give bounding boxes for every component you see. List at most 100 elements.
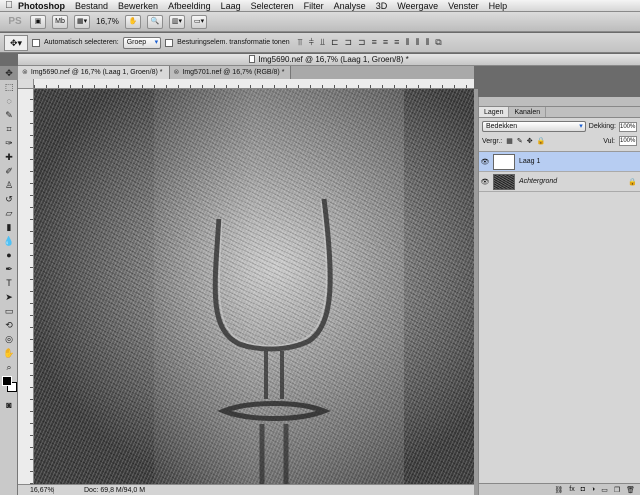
- pen-tool-button[interactable]: ✒: [0, 262, 18, 276]
- brush-tool-button[interactable]: ✐: [0, 164, 18, 178]
- menu-bewerken[interactable]: Bewerken: [118, 1, 158, 11]
- lasso-tool-button[interactable]: ◌: [0, 94, 18, 108]
- opacity-field[interactable]: 100%: [619, 121, 637, 132]
- shape-tool-button[interactable]: ▭: [0, 304, 18, 318]
- align-bottom-icon[interactable]: ⫫: [320, 37, 326, 48]
- auto-align-icon[interactable]: ⧉: [435, 37, 442, 48]
- menu-help[interactable]: Help: [489, 1, 508, 11]
- tab-img5690[interactable]: ⊗ Img5690.nef @ 16,7% (Laag 1, Groen/8) …: [18, 66, 170, 79]
- distribute-vcenter-icon[interactable]: ≡: [383, 37, 389, 48]
- menu-filter[interactable]: Filter: [304, 1, 324, 11]
- status-zoom[interactable]: 16,67%: [18, 486, 54, 494]
- eye-icon[interactable]: 👁: [479, 158, 491, 166]
- lock-icon[interactable]: 🔒: [537, 137, 546, 145]
- distribute-left-icon[interactable]: ⦀: [405, 37, 410, 48]
- marquee-tool-button[interactable]: ⬚: [0, 80, 18, 94]
- foreground-color-swatch[interactable]: [2, 376, 12, 386]
- quick-mask-button[interactable]: ◙: [0, 398, 18, 412]
- align-vcenter-icon[interactable]: ⫩: [309, 37, 315, 48]
- align-left-icon[interactable]: ⊏: [331, 37, 340, 48]
- 3d-orbit-tool-button[interactable]: ◎: [0, 332, 18, 346]
- auto-select-dropdown[interactable]: Groep: [122, 36, 162, 49]
- tab-kanalen[interactable]: Kanalen: [509, 107, 547, 117]
- panel-collapse-bar[interactable]: [479, 97, 640, 107]
- distribute-bottom-icon[interactable]: ≡: [394, 37, 400, 48]
- close-icon[interactable]: ⊗: [22, 66, 28, 79]
- menu-selecteren[interactable]: Selecteren: [251, 1, 294, 11]
- menu-afbeelding[interactable]: Afbeelding: [168, 1, 211, 11]
- blend-mode-dropdown[interactable]: Bedekken: [482, 121, 586, 132]
- menu-bestand[interactable]: Bestand: [75, 1, 108, 11]
- bridge-button[interactable]: ▣: [30, 14, 46, 29]
- arrange-documents-button[interactable]: ▥▾: [168, 14, 185, 29]
- screen-mode-button[interactable]: ▭▾: [190, 14, 208, 29]
- align-buttons[interactable]: ⫪ ⫩ ⫫ ⊏ ⊐ ⊐ ≡ ≡ ≡ ⦀ ⦀ ⦀ ⧉: [298, 37, 443, 48]
- color-swatches[interactable]: [0, 374, 17, 398]
- document-tabs: ⊗ Img5690.nef @ 16,7% (Laag 1, Groen/8) …: [18, 66, 474, 79]
- gradient-tool-button[interactable]: ▮: [0, 220, 18, 234]
- group-icon[interactable]: ▭: [601, 486, 608, 494]
- quick-select-tool-button[interactable]: ✎: [0, 108, 18, 122]
- fx-icon[interactable]: fx: [569, 486, 574, 493]
- lock-pixels-icon[interactable]: ✎: [517, 137, 523, 145]
- view-extras-button[interactable]: ▦▾: [74, 14, 91, 29]
- lock-position-icon[interactable]: ✥: [527, 137, 533, 145]
- adjustment-icon[interactable]: ◑: [591, 486, 595, 493]
- eyedropper-tool-button[interactable]: ✑: [0, 136, 18, 150]
- move-tool-button[interactable]: ✥: [0, 66, 18, 80]
- dodge-tool-button[interactable]: ●: [0, 248, 18, 262]
- eye-icon[interactable]: 👁: [479, 178, 491, 186]
- close-icon[interactable]: ⊗: [174, 66, 180, 79]
- zoom-level-select[interactable]: 16,7%: [96, 17, 119, 26]
- document-canvas[interactable]: [34, 89, 474, 484]
- move-tool-icon[interactable]: ✥▾: [4, 34, 28, 51]
- hand-tool-button-side[interactable]: ✋: [0, 346, 18, 360]
- distribute-hcenter-icon[interactable]: ⦀: [415, 37, 420, 48]
- tab-img5701[interactable]: ⊗ Img5701.nef @ 16,7% (RGB/8) *: [169, 66, 292, 79]
- zoom-tool-button-side[interactable]: ⌕: [0, 360, 18, 374]
- 3d-rotate-tool-button[interactable]: ⟲: [0, 318, 18, 332]
- apple-icon[interactable]: : [0, 0, 18, 11]
- fill-field[interactable]: 100%: [619, 136, 637, 146]
- tab-lagen[interactable]: Lagen: [479, 107, 510, 117]
- window-title-text: Img5690.nef @ 16,7% (Laag 1, Groen/8) *: [258, 55, 409, 64]
- lock-transparent-icon[interactable]: ▦: [506, 137, 513, 145]
- align-hcenter-icon[interactable]: ⊐: [345, 37, 354, 48]
- file-icon: [249, 55, 256, 63]
- menu-3d[interactable]: 3D: [376, 1, 388, 11]
- hand-tool-button[interactable]: ✋: [124, 14, 141, 29]
- eraser-tool-button[interactable]: ▱: [0, 206, 18, 220]
- blur-tool-button[interactable]: 💧: [0, 234, 18, 248]
- align-top-icon[interactable]: ⫪: [298, 37, 304, 48]
- distribute-top-icon[interactable]: ≡: [372, 37, 378, 48]
- healing-tool-button[interactable]: ✚: [0, 150, 18, 164]
- vertical-ruler[interactable]: [18, 89, 34, 484]
- zoom-tool-button[interactable]: 🔍: [146, 14, 163, 29]
- menu-analyse[interactable]: Analyse: [334, 1, 366, 11]
- document-window-title[interactable]: Img5690.nef @ 16,7% (Laag 1, Groen/8) *: [18, 54, 640, 66]
- mask-icon[interactable]: ◘: [581, 486, 585, 493]
- new-layer-icon[interactable]: ❐: [614, 486, 620, 494]
- path-select-tool-button[interactable]: ➤: [0, 290, 18, 304]
- lock-label: Vergr.:: [482, 137, 503, 145]
- auto-select-checkbox[interactable]: [32, 38, 40, 47]
- menu-app-name[interactable]: Photoshop: [18, 1, 65, 11]
- menu-laag[interactable]: Laag: [221, 1, 241, 11]
- layer-row-achtergrond[interactable]: 👁 Achtergrond 🔒: [479, 172, 640, 192]
- trash-icon[interactable]: 🗑: [626, 486, 635, 494]
- horizontal-ruler[interactable]: [34, 79, 474, 89]
- status-doc-size[interactable]: Doc: 69,8 M/94,0 M: [54, 487, 145, 494]
- align-right-icon[interactable]: ⊐: [358, 37, 367, 48]
- distribute-right-icon[interactable]: ⦀: [425, 37, 430, 48]
- crop-tool-button[interactable]: ⌗: [0, 122, 18, 136]
- transform-controls-checkbox[interactable]: [165, 38, 174, 47]
- ruler-origin[interactable]: [18, 79, 34, 89]
- layer-row-laag-1[interactable]: 👁 Laag 1: [479, 152, 640, 172]
- mini-bridge-button[interactable]: Mb: [52, 14, 68, 29]
- history-brush-tool-button[interactable]: ↺: [0, 192, 18, 206]
- clone-stamp-tool-button[interactable]: ♙: [0, 178, 18, 192]
- menu-venster[interactable]: Venster: [448, 1, 479, 11]
- menu-weergave[interactable]: Weergave: [397, 1, 438, 11]
- type-tool-button[interactable]: T: [0, 276, 18, 290]
- link-icon[interactable]: ⛓: [554, 486, 563, 494]
